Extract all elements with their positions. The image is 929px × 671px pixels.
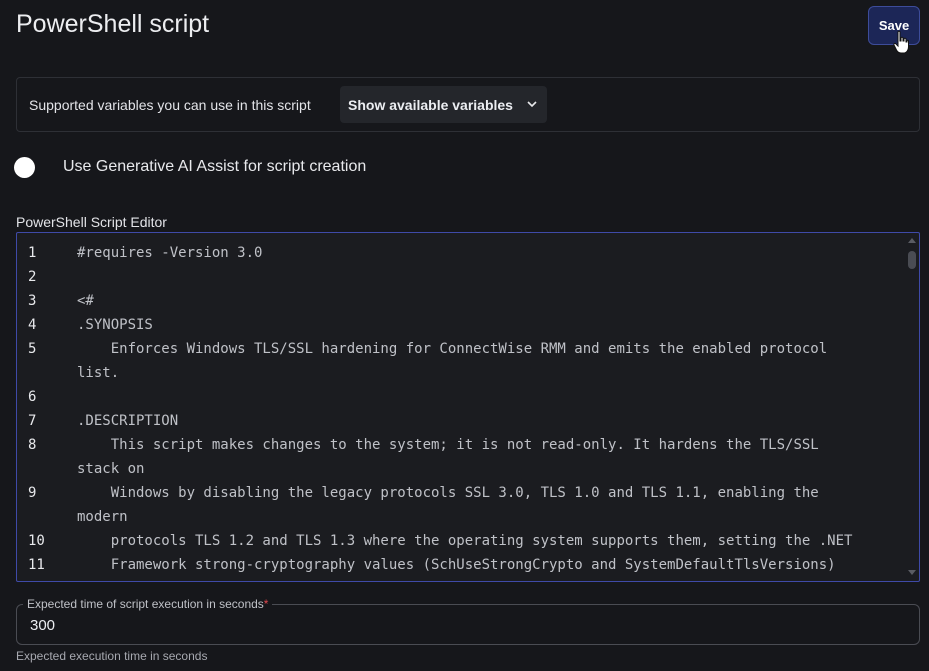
execution-time-legend: Expected time of script execution in sec…	[23, 597, 273, 611]
line-number: 3	[28, 293, 37, 309]
line-number: 11	[28, 557, 45, 573]
ai-assist-label: Use Generative AI Assist for script crea…	[63, 158, 367, 175]
line-number: 10	[28, 533, 45, 549]
page-title: PowerShell script	[16, 10, 210, 38]
script-editor[interactable]: 1 #requires -Version 3.0 2 3 <# 4 .SYNOPSIS 5 E…	[16, 232, 920, 582]
editor-scrollbar[interactable]	[905, 233, 919, 581]
chevron-down-icon	[527, 101, 537, 108]
line-number: 1	[28, 245, 37, 261]
code-line: This script makes changes to the system;…	[77, 437, 819, 453]
code-line: #requires -Version 3.0	[77, 245, 263, 261]
line-number: 2	[28, 269, 37, 285]
execution-time-field[interactable]: Expected time of script execution in sec…	[16, 597, 920, 645]
code-line-wrap: modern	[77, 509, 128, 525]
ai-assist-toggle[interactable]	[14, 157, 35, 178]
dropdown-label: Show available variables	[348, 96, 513, 113]
code-line: Framework strong-cryptography values (Sc…	[77, 557, 836, 573]
variables-label: Supported variables you can use in this …	[29, 97, 311, 113]
execution-time-input[interactable]: 300	[30, 617, 55, 634]
code-line: Enforces Windows TLS/SSL hardening for C…	[77, 341, 828, 357]
execution-time-help: Expected execution time in seconds	[16, 649, 208, 663]
code-line: protocols TLS 1.2 and TLS 1.3 where the …	[77, 533, 853, 549]
line-number: 4	[28, 317, 37, 333]
scroll-down-arrow-icon[interactable]	[908, 570, 916, 575]
code-line-wrap: stack on	[77, 461, 145, 477]
show-variables-dropdown[interactable]: Show available variables	[340, 86, 547, 123]
editor-label: PowerShell Script Editor	[16, 214, 167, 230]
line-number: 8	[28, 437, 37, 453]
required-mark: *	[263, 597, 269, 611]
code-line-wrap: list.	[77, 365, 120, 381]
code-line: <#	[77, 293, 94, 309]
code-line: Windows by disabling the legacy protocol…	[77, 485, 819, 501]
hand-pointer-icon	[893, 30, 909, 54]
code-line: .SYNOPSIS	[77, 317, 153, 333]
line-number: 5	[28, 341, 37, 357]
line-number: 9	[28, 485, 37, 501]
scroll-up-arrow-icon[interactable]	[908, 238, 916, 243]
line-number: 6	[28, 389, 37, 405]
code-line: .DESCRIPTION	[77, 413, 179, 429]
variables-panel: Supported variables you can use in this …	[16, 77, 920, 132]
line-number: 7	[28, 413, 37, 429]
scroll-thumb[interactable]	[908, 251, 916, 269]
